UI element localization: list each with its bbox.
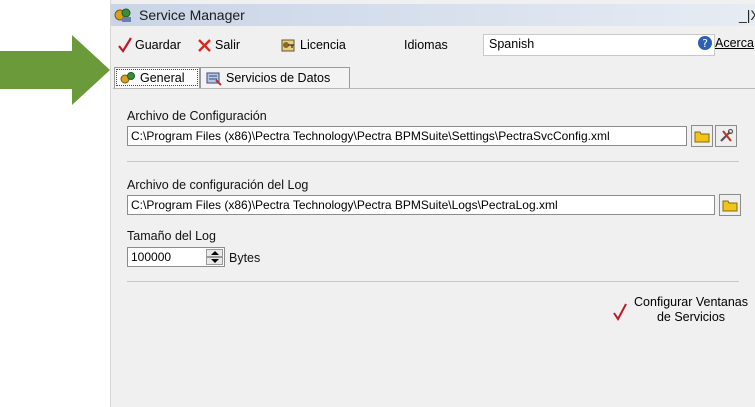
checkmark-icon [613,303,627,321]
exit-button[interactable]: Salir [197,36,240,54]
log-config-input[interactable]: C:\Program Files (x86)\Pectra Technology… [127,195,715,215]
tab-data-services-label: Servicios de Datos [226,71,331,85]
tab-strip-line [113,88,755,89]
title-bar: Service Manager _|X [111,4,755,26]
folder-icon [722,200,738,212]
help-icon: ? [698,36,712,50]
language-selected: Spanish [489,37,535,51]
app-icon [114,8,131,22]
stepper-buttons[interactable] [206,249,223,265]
license-key-icon [281,39,295,52]
window-controls[interactable]: _|X [731,4,755,26]
checkmark-icon [118,37,132,53]
browse-config-button[interactable] [691,125,713,147]
save-button[interactable]: Guardar [118,36,181,54]
increment-button[interactable] [206,249,223,257]
general-tab-icon [120,71,135,83]
section-divider [127,161,739,162]
license-button[interactable]: Licencia [279,36,346,54]
about-button[interactable]: ? Acerca [697,35,754,51]
exit-label: Salir [215,38,241,52]
window-title: Service Manager [139,7,245,23]
folder-icon [694,131,710,143]
decrement-button[interactable] [206,257,223,265]
section-divider-2 [127,281,739,282]
log-size-unit: Bytes [229,251,261,265]
configure-windows-label: Configurar Ventanas de Servicios [634,295,748,324]
tab-general[interactable]: General [114,67,200,88]
config-file-label: Archivo de Configuración [127,109,267,123]
log-size-label: Tamaño del Log [127,229,216,243]
log-size-stepper[interactable]: 100000 [127,247,225,267]
log-size-value: 100000 [131,250,172,264]
browse-log-button[interactable] [719,194,741,216]
tools-icon [720,128,734,142]
tab-data-services[interactable]: Servicios de Datos [200,67,350,88]
data-services-icon [206,72,222,86]
annotation-arrow [0,35,110,105]
tab-general-label: General [140,71,185,85]
about-label: Acerca [715,36,754,50]
log-config-label: Archivo de configuración del Log [127,178,309,192]
language-select[interactable]: Spanish [483,34,715,56]
languages-label: Idiomas [404,38,448,52]
edit-config-button[interactable] [715,125,737,147]
svg-text:?: ? [702,37,708,50]
close-x-icon [198,38,211,52]
config-file-input[interactable]: C:\Program Files (x86)\Pectra Technology… [127,126,687,146]
license-label: Licencia [300,38,346,52]
service-manager-window: Service Manager _|X Guardar Salir Licenc… [110,0,755,407]
save-label: Guardar [135,38,181,52]
